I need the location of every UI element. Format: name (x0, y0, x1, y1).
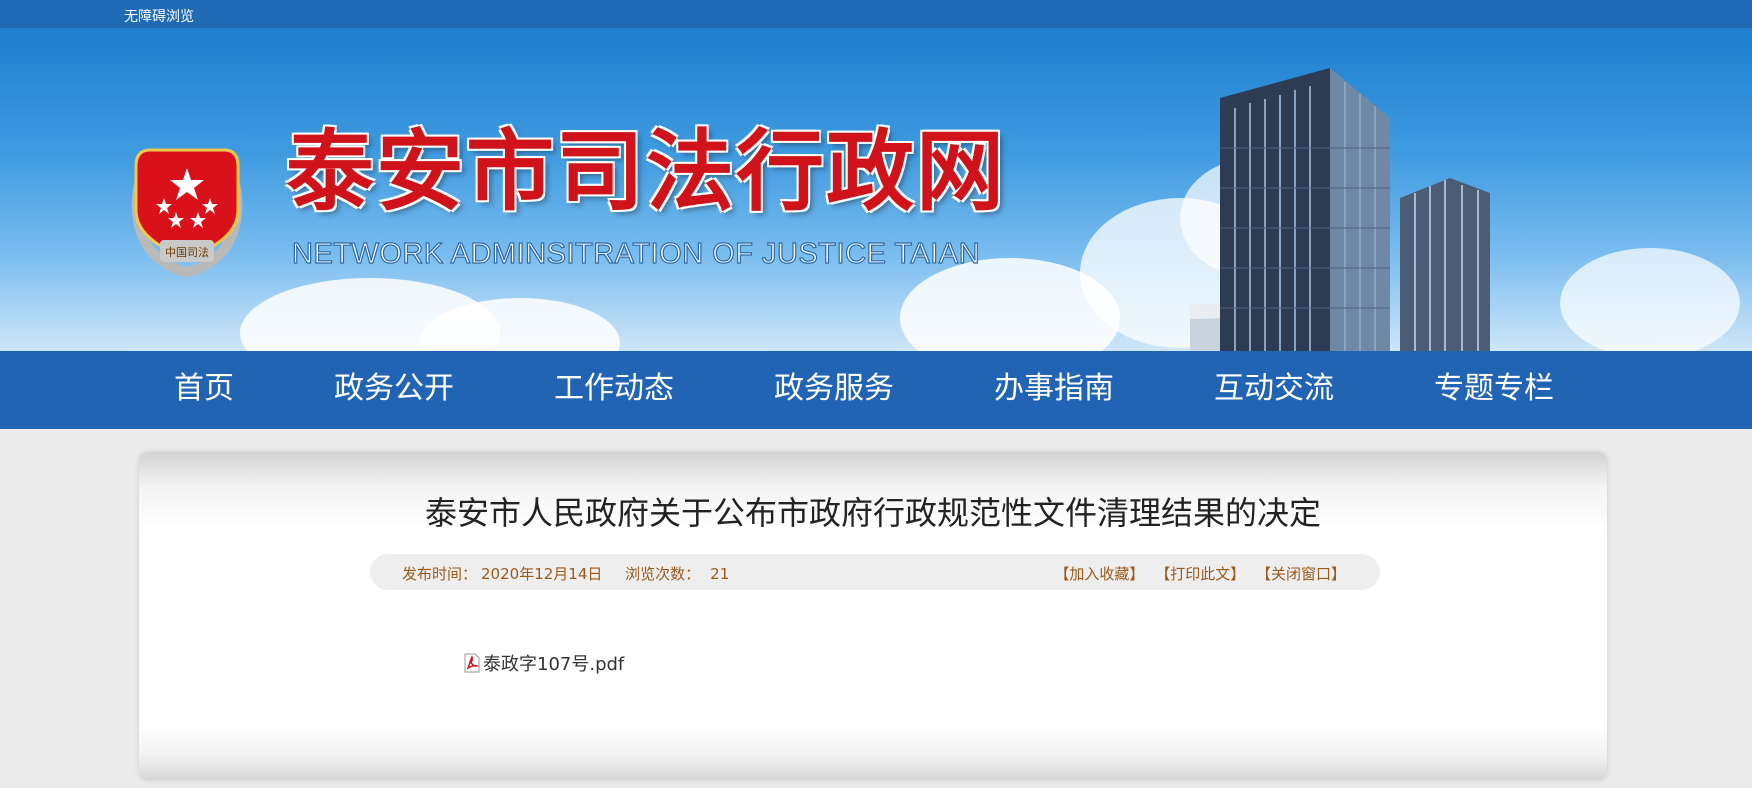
nav-item-special-topics[interactable]: 专题专栏 (1434, 371, 1554, 407)
nav-item-government-services[interactable]: 政务服务 (774, 371, 894, 407)
article-title: 泰安市人民政府关于公布市政府行政规范性文件清理结果的决定 (424, 494, 1321, 532)
accessibility-link[interactable]: 无障碍浏览 (124, 6, 194, 26)
site-subtitle: NETWORK ADMINSITRATION OF JUSTICE TAIAN (291, 237, 981, 270)
views-label: 浏览次数： (625, 565, 701, 583)
article-actions: 【加入收藏】 【打印此文】 【关闭窗口】 (1048, 563, 1346, 584)
header-banner: 中国司法 泰安市司法行政网 NETWORK ADMINSITRATION OF … (0, 28, 1752, 351)
justice-emblem-icon: 中国司法 (131, 148, 243, 278)
main-nav: 首页 政务公开 工作动态 政务服务 办事指南 互动交流 专题专栏 (0, 351, 1752, 429)
nav-item-service-guide[interactable]: 办事指南 (994, 371, 1114, 407)
article-meta-info: 发布时间： 2020年12月14日 浏览次数： 21 (402, 563, 733, 584)
nav-item-home[interactable]: 首页 (174, 371, 234, 407)
print-article-link[interactable]: 【打印此文】 (1155, 565, 1245, 583)
article-card: 泰安市人民政府关于公布市政府行政规范性文件清理结果的决定 发布时间： 2020年1… (139, 452, 1607, 780)
add-favorite-link[interactable]: 【加入收藏】 (1054, 565, 1144, 583)
pdf-icon (464, 653, 480, 673)
publish-label: 发布时间： (402, 565, 478, 583)
attachment-link[interactable]: 泰政字107号.pdf (483, 650, 624, 676)
publish-date: 2020年12月14日 (481, 565, 603, 583)
close-window-link[interactable]: 【关闭窗口】 (1256, 565, 1346, 583)
views-count: 21 (710, 565, 730, 583)
buildings-illustration (1190, 68, 1490, 351)
nav-item-work-news[interactable]: 工作动态 (554, 371, 674, 407)
nav-item-government-affairs[interactable]: 政务公开 (334, 371, 454, 407)
attachment: 泰政字107号.pdf (463, 650, 624, 676)
emblem-label: 中国司法 (165, 245, 209, 259)
nav-item-interaction[interactable]: 互动交流 (1214, 371, 1334, 407)
top-bar: 无障碍浏览 (0, 0, 1752, 28)
site-title: 泰安市司法行政网 (286, 120, 1007, 223)
article-meta-bar: 发布时间： 2020年12月14日 浏览次数： 21 【加入收藏】 【打印此文】 【… (370, 554, 1380, 590)
